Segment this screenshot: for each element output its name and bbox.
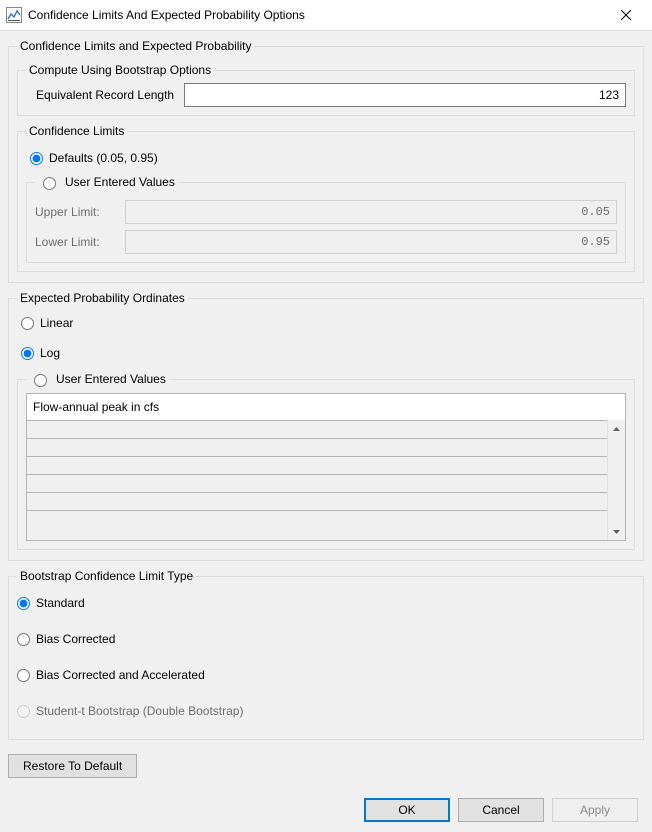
radio-linear-label: Linear [40, 316, 73, 330]
group-confidence-limits: Confidence Limits Defaults (0.05, 0.95) … [17, 124, 635, 272]
close-icon [621, 10, 631, 20]
group-confidence-expected: Confidence Limits and Expected Probabili… [8, 39, 644, 283]
equivalent-record-length-input[interactable] [184, 83, 626, 107]
group-bootstrap-options: Compute Using Bootstrap Options Equivale… [17, 63, 635, 116]
window-title: Confidence Limits And Expected Probabili… [28, 8, 606, 22]
radio-user-ordinates-label: User Entered Values [56, 372, 166, 386]
radio-log[interactable]: Log [21, 343, 635, 363]
footer-button-bar: OK Cancel Apply [364, 798, 638, 822]
radio-bias-corrected-label: Bias Corrected [36, 632, 115, 646]
ordinates-scrollbar[interactable] [607, 420, 625, 540]
group-user-ordinates: User Entered Values Flow-annual peak in … [17, 371, 635, 550]
group-bootstrap-options-legend: Compute Using Bootstrap Options [26, 63, 214, 77]
dialog-body: Confidence Limits and Expected Probabili… [0, 31, 652, 832]
chevron-up-icon [613, 427, 620, 431]
table-row[interactable] [27, 493, 607, 511]
radio-student-t-label: Student-t Bootstrap (Double Bootstrap) [36, 704, 243, 718]
radio-standard[interactable]: Standard [17, 593, 635, 613]
radio-defaults-label: Defaults (0.05, 0.95) [49, 151, 158, 165]
radio-user-limits-input[interactable] [43, 177, 56, 190]
table-row[interactable] [27, 457, 607, 475]
close-button[interactable] [606, 0, 646, 30]
table-row[interactable] [27, 475, 607, 493]
radio-user-limits-label: User Entered Values [65, 175, 175, 189]
radio-defaults-input[interactable] [30, 152, 43, 165]
radio-bias-accelerated-label: Bias Corrected and Accelerated [36, 668, 205, 682]
radio-linear[interactable]: Linear [21, 313, 635, 333]
scroll-down-button[interactable] [608, 523, 625, 540]
restore-default-button[interactable]: Restore To Default [8, 754, 137, 778]
scroll-track[interactable] [608, 437, 625, 523]
ordinates-table: Flow-annual peak in cfs [26, 393, 626, 541]
radio-log-input[interactable] [21, 347, 34, 360]
ordinates-table-body [27, 421, 607, 540]
radio-bias-corrected-input[interactable] [17, 633, 30, 646]
radio-user-ordinates[interactable]: User Entered Values [26, 371, 169, 387]
lower-limit-input: 0.95 [125, 230, 617, 254]
radio-bias-corrected[interactable]: Bias Corrected [17, 629, 635, 649]
group-bootstrap-type: Bootstrap Confidence Limit Type Standard… [8, 569, 644, 740]
group-confidence-limits-legend: Confidence Limits [26, 124, 127, 138]
app-icon [6, 7, 22, 23]
radio-user-ordinates-input[interactable] [34, 374, 47, 387]
radio-log-label: Log [40, 346, 60, 360]
radio-student-t-input [17, 705, 30, 718]
radio-user-limits[interactable]: User Entered Values [35, 174, 178, 190]
table-row[interactable] [27, 439, 607, 457]
group-expected-ordinates-legend: Expected Probability Ordinates [17, 291, 188, 305]
group-confidence-expected-legend: Confidence Limits and Expected Probabili… [17, 39, 254, 53]
group-bootstrap-type-legend: Bootstrap Confidence Limit Type [17, 569, 196, 583]
radio-bias-accelerated[interactable]: Bias Corrected and Accelerated [17, 665, 635, 685]
radio-student-t: Student-t Bootstrap (Double Bootstrap) [17, 701, 635, 721]
title-bar: Confidence Limits And Expected Probabili… [0, 0, 652, 31]
group-expected-ordinates: Expected Probability Ordinates Linear Lo… [8, 291, 644, 561]
apply-button: Apply [552, 798, 638, 822]
radio-bias-accelerated-input[interactable] [17, 669, 30, 682]
equivalent-record-length-label: Equivalent Record Length [36, 88, 174, 102]
group-user-limits: User Entered Values Upper Limit: 0.05 Lo… [26, 174, 626, 263]
radio-defaults[interactable]: Defaults (0.05, 0.95) [30, 148, 626, 168]
table-row[interactable] [27, 421, 607, 439]
ordinates-table-header: Flow-annual peak in cfs [27, 394, 607, 421]
chevron-down-icon [613, 530, 620, 534]
scroll-up-button[interactable] [608, 420, 625, 437]
upper-limit-input: 0.05 [125, 200, 617, 224]
radio-standard-label: Standard [36, 596, 85, 610]
cancel-button[interactable]: Cancel [458, 798, 544, 822]
radio-linear-input[interactable] [21, 317, 34, 330]
lower-limit-label: Lower Limit: [35, 235, 115, 249]
table-row[interactable] [27, 511, 607, 528]
radio-standard-input[interactable] [17, 597, 30, 610]
upper-limit-label: Upper Limit: [35, 205, 115, 219]
ok-button[interactable]: OK [364, 798, 450, 822]
